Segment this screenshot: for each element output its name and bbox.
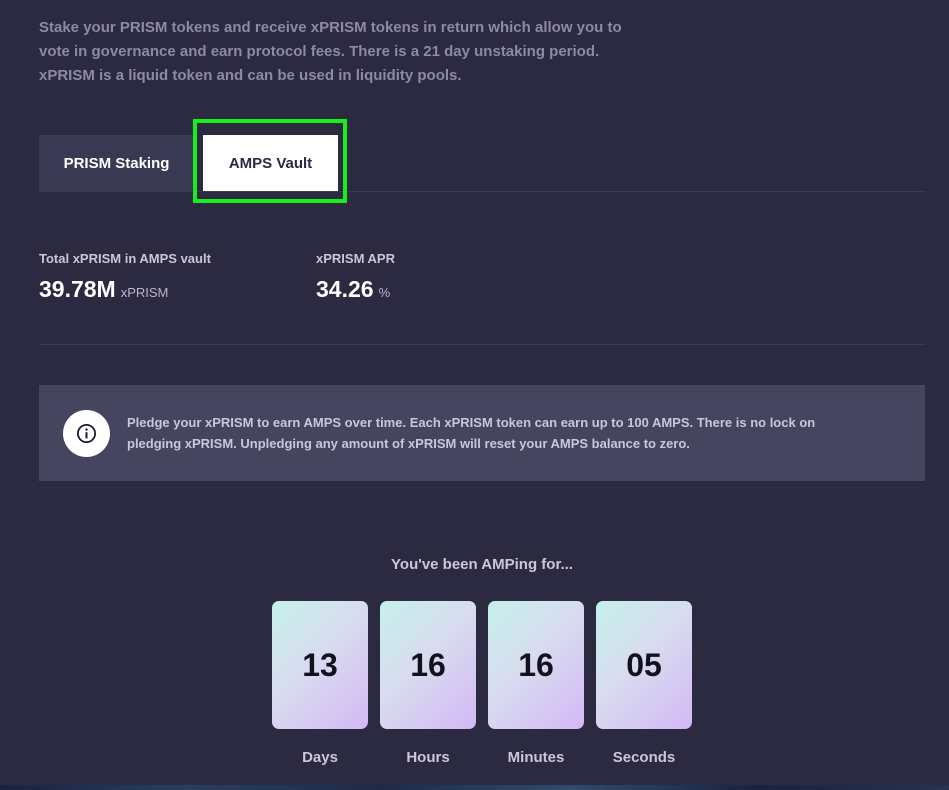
amping-title: You've been AMPing for... bbox=[391, 556, 573, 573]
timer-days: 13 Days bbox=[272, 601, 368, 766]
pledge-info-box: Pledge your xPRISM to earn AMPS over tim… bbox=[39, 385, 925, 481]
timer-minutes-value: 16 bbox=[488, 601, 584, 729]
timer-hours-label: Hours bbox=[406, 749, 450, 766]
timer-minutes: 16 Minutes bbox=[488, 601, 584, 766]
timer-hours: 16 Hours bbox=[380, 601, 476, 766]
xprism-apr-unit: % bbox=[378, 285, 391, 300]
staking-description: Stake your PRISM tokens and receive xPRI… bbox=[39, 19, 622, 84]
section-divider bbox=[39, 344, 925, 345]
total-xprism-stat: Total xPRISM in AMPS vault 39.78M xPRISM bbox=[39, 251, 211, 303]
timer-seconds-label: Seconds bbox=[612, 749, 676, 766]
xprism-apr-label: xPRISM APR bbox=[316, 251, 395, 266]
vault-tabs: PRISM Staking AMPS Vault bbox=[39, 135, 925, 192]
timer-minutes-label: Minutes bbox=[507, 749, 565, 766]
xprism-apr-value: 34.26 bbox=[316, 276, 374, 302]
total-xprism-label: Total xPRISM in AMPS vault bbox=[39, 251, 211, 266]
timer-seconds: 05 Seconds bbox=[596, 601, 692, 766]
timer-hours-value: 16 bbox=[380, 601, 476, 729]
timer-days-value: 13 bbox=[272, 601, 368, 729]
tab-prism-staking[interactable]: PRISM Staking bbox=[39, 135, 194, 191]
xprism-apr-stat: xPRISM APR 34.26 % bbox=[316, 251, 395, 303]
background-image-strip bbox=[0, 785, 949, 790]
total-xprism-value: 39.78M bbox=[39, 276, 116, 302]
pledge-info-text: Pledge your xPRISM to earn AMPS over tim… bbox=[127, 415, 816, 451]
timer-seconds-value: 05 bbox=[596, 601, 692, 729]
tab-amps-vault[interactable]: AMPS Vault bbox=[203, 135, 338, 191]
info-icon bbox=[63, 410, 110, 457]
total-xprism-unit: xPRISM bbox=[120, 285, 169, 300]
timer-days-label: Days bbox=[302, 749, 338, 766]
